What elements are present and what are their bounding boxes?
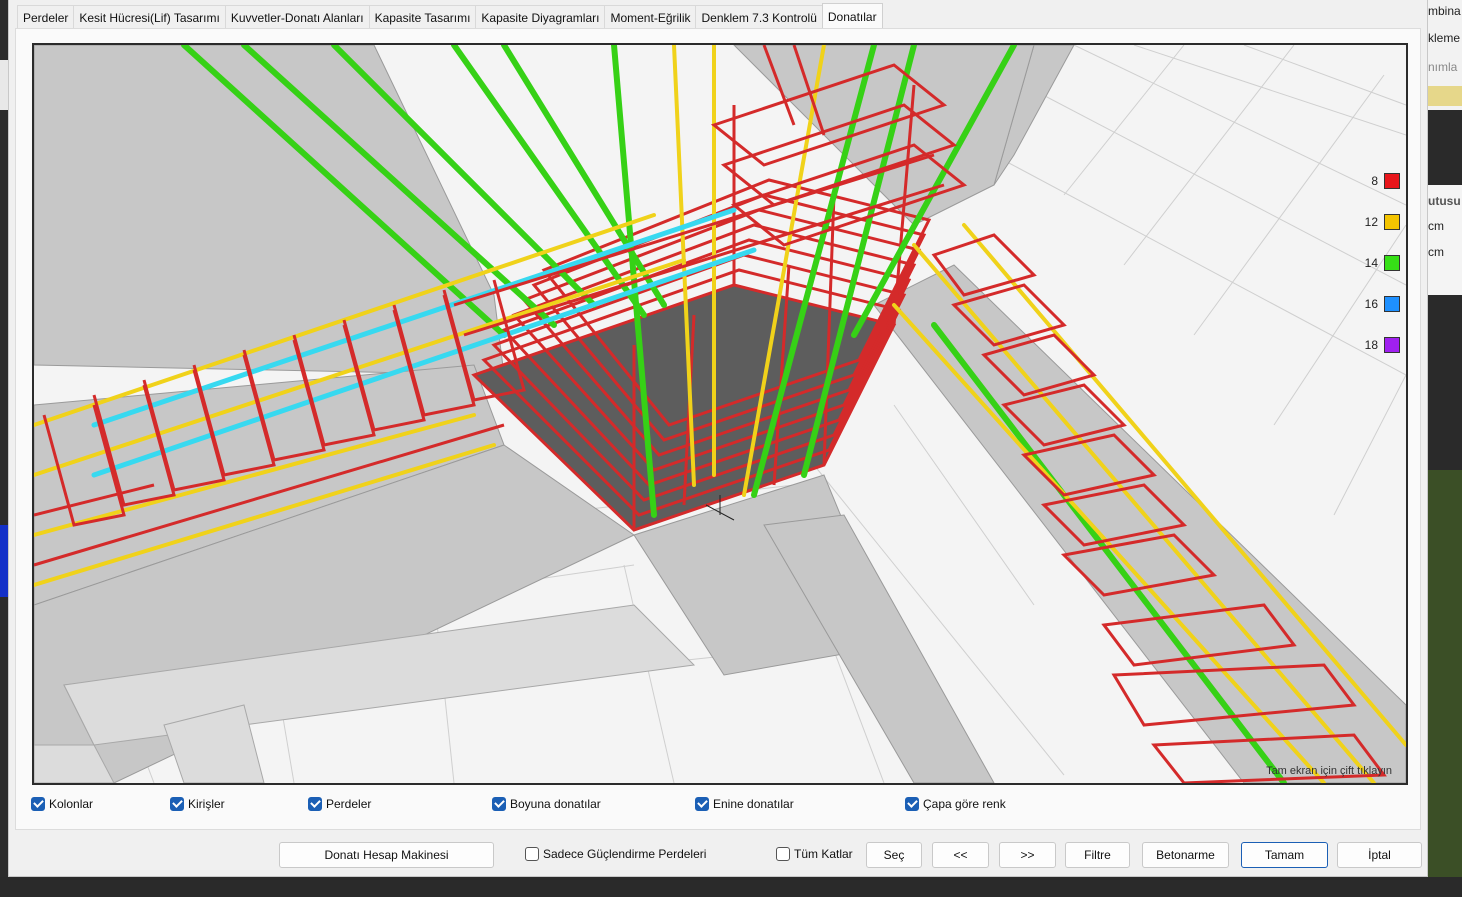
checkbox-enine-box[interactable]: [695, 797, 709, 811]
tab-strip: Perdeler Kesit Hücresi(Lif) Tasarımı Kuv…: [17, 3, 883, 29]
ok-button[interactable]: Tamam: [1241, 842, 1328, 868]
background-text: kleme: [1428, 31, 1461, 45]
legend-swatch-blue: [1384, 296, 1400, 312]
background-text: mbina: [1428, 4, 1461, 18]
background-text: cm: [1428, 219, 1444, 233]
checkbox-label: Enine donatılar: [713, 797, 794, 811]
legend-label: 8: [1371, 174, 1378, 188]
checkbox-label: Kirişler: [188, 797, 225, 811]
checkbox-sadece-guclendirme[interactable]: Sadece Güçlendirme Perdeleri: [525, 847, 706, 861]
background-text: utusu: [1428, 194, 1461, 208]
tab-kesit-hucresi[interactable]: Kesit Hücresi(Lif) Tasarımı: [73, 5, 226, 29]
legend-item-16: 16: [1365, 296, 1400, 312]
legend-item-18: 18: [1365, 337, 1400, 353]
checkbox-kolonlar-box[interactable]: [31, 797, 45, 811]
checkbox-enine-donatilar[interactable]: Enine donatılar: [695, 797, 794, 811]
legend-label: 12: [1364, 215, 1378, 229]
reinforcement-dialog: Perdeler Kesit Hücresi(Lif) Tasarımı Kuv…: [8, 0, 1428, 877]
tab-kuvvetler-donati-alanlari[interactable]: Kuvvetler-Donatı Alanları: [224, 5, 370, 29]
legend-item-8: 8: [1371, 173, 1400, 189]
checkbox-boyuna-box[interactable]: [492, 797, 506, 811]
checkbox-label: Kolonlar: [49, 797, 94, 811]
checkbox-label: Perdeler: [326, 797, 372, 811]
background-app-right: mbina kleme nımla utusu cm cm: [1428, 0, 1462, 897]
checkbox-kolonlar[interactable]: Kolonlar: [31, 797, 93, 811]
tab-kapasite-diyagramlari[interactable]: Kapasite Diyagramları: [475, 5, 606, 29]
tab-kapasite-tasarimi[interactable]: Kapasite Tasarımı: [368, 5, 477, 29]
legend-swatch-purple: [1384, 337, 1400, 353]
betonarme-button[interactable]: Betonarme: [1142, 842, 1229, 868]
select-button[interactable]: Seç: [866, 842, 922, 868]
donati-hesap-makinesi-button[interactable]: Donatı Hesap Makinesi: [279, 842, 494, 868]
checkbox-kirisler-box[interactable]: [170, 797, 184, 811]
previous-button[interactable]: <<: [932, 842, 989, 868]
legend-swatch-green: [1384, 255, 1400, 271]
checkbox-capa-gore-renk[interactable]: Çapa göre renk: [905, 797, 1006, 811]
checkbox-label: Boyuna donatılar: [510, 797, 601, 811]
legend-label: 18: [1364, 338, 1378, 352]
checkbox-label: Sadece Güçlendirme Perdeleri: [543, 847, 707, 861]
tab-moment-egrilik[interactable]: Moment-Eğrilik: [604, 5, 697, 29]
legend-item-14: 14: [1365, 255, 1400, 271]
background-toolbar: [1428, 86, 1462, 106]
background-blue-block: [0, 525, 8, 597]
legend-swatch-red: [1384, 173, 1400, 189]
background-text: cm: [1428, 245, 1444, 259]
tab-donatilar[interactable]: Donatılar: [821, 3, 883, 29]
legend-swatch-yellow: [1384, 214, 1400, 230]
filter-button[interactable]: Filtre: [1065, 842, 1130, 868]
checkbox-label: Çapa göre renk: [923, 797, 1006, 811]
background-text: nımla: [1428, 60, 1458, 74]
checkbox-boyuna-donatilar[interactable]: Boyuna donatılar: [492, 797, 601, 811]
checkbox-kirisler[interactable]: Kirişler: [170, 797, 225, 811]
legend-label: 16: [1364, 297, 1378, 311]
checkbox-sadece-guclendirme-box[interactable]: [525, 847, 539, 861]
tab-perdeler[interactable]: Perdeler: [17, 5, 75, 29]
background-app-bottom: [0, 877, 1462, 897]
fullscreen-hint: Tam ekran için çift tıklayın: [1266, 765, 1392, 777]
tab-denklem-7-3[interactable]: Denklem 7.3 Kontrolü: [695, 5, 823, 29]
3d-scene: [34, 45, 1406, 783]
background-3d-view: [1428, 470, 1462, 897]
checkbox-tum-katlar[interactable]: Tüm Katlar: [776, 847, 853, 861]
legend-label: 14: [1364, 256, 1378, 270]
checkbox-perdeler-box[interactable]: [308, 797, 322, 811]
3d-reinforcement-viewport[interactable]: 8 12 14 16 18 Tam ekran için çift tıklay…: [32, 43, 1408, 785]
checkbox-perdeler[interactable]: Perdeler: [308, 797, 371, 811]
legend-item-12: 12: [1365, 214, 1400, 230]
checkbox-capa-box[interactable]: [905, 797, 919, 811]
checkbox-tum-katlar-box[interactable]: [776, 847, 790, 861]
checkbox-label: Tüm Katlar: [794, 847, 853, 861]
next-button[interactable]: >>: [999, 842, 1056, 868]
cancel-button[interactable]: İptal: [1337, 842, 1422, 868]
